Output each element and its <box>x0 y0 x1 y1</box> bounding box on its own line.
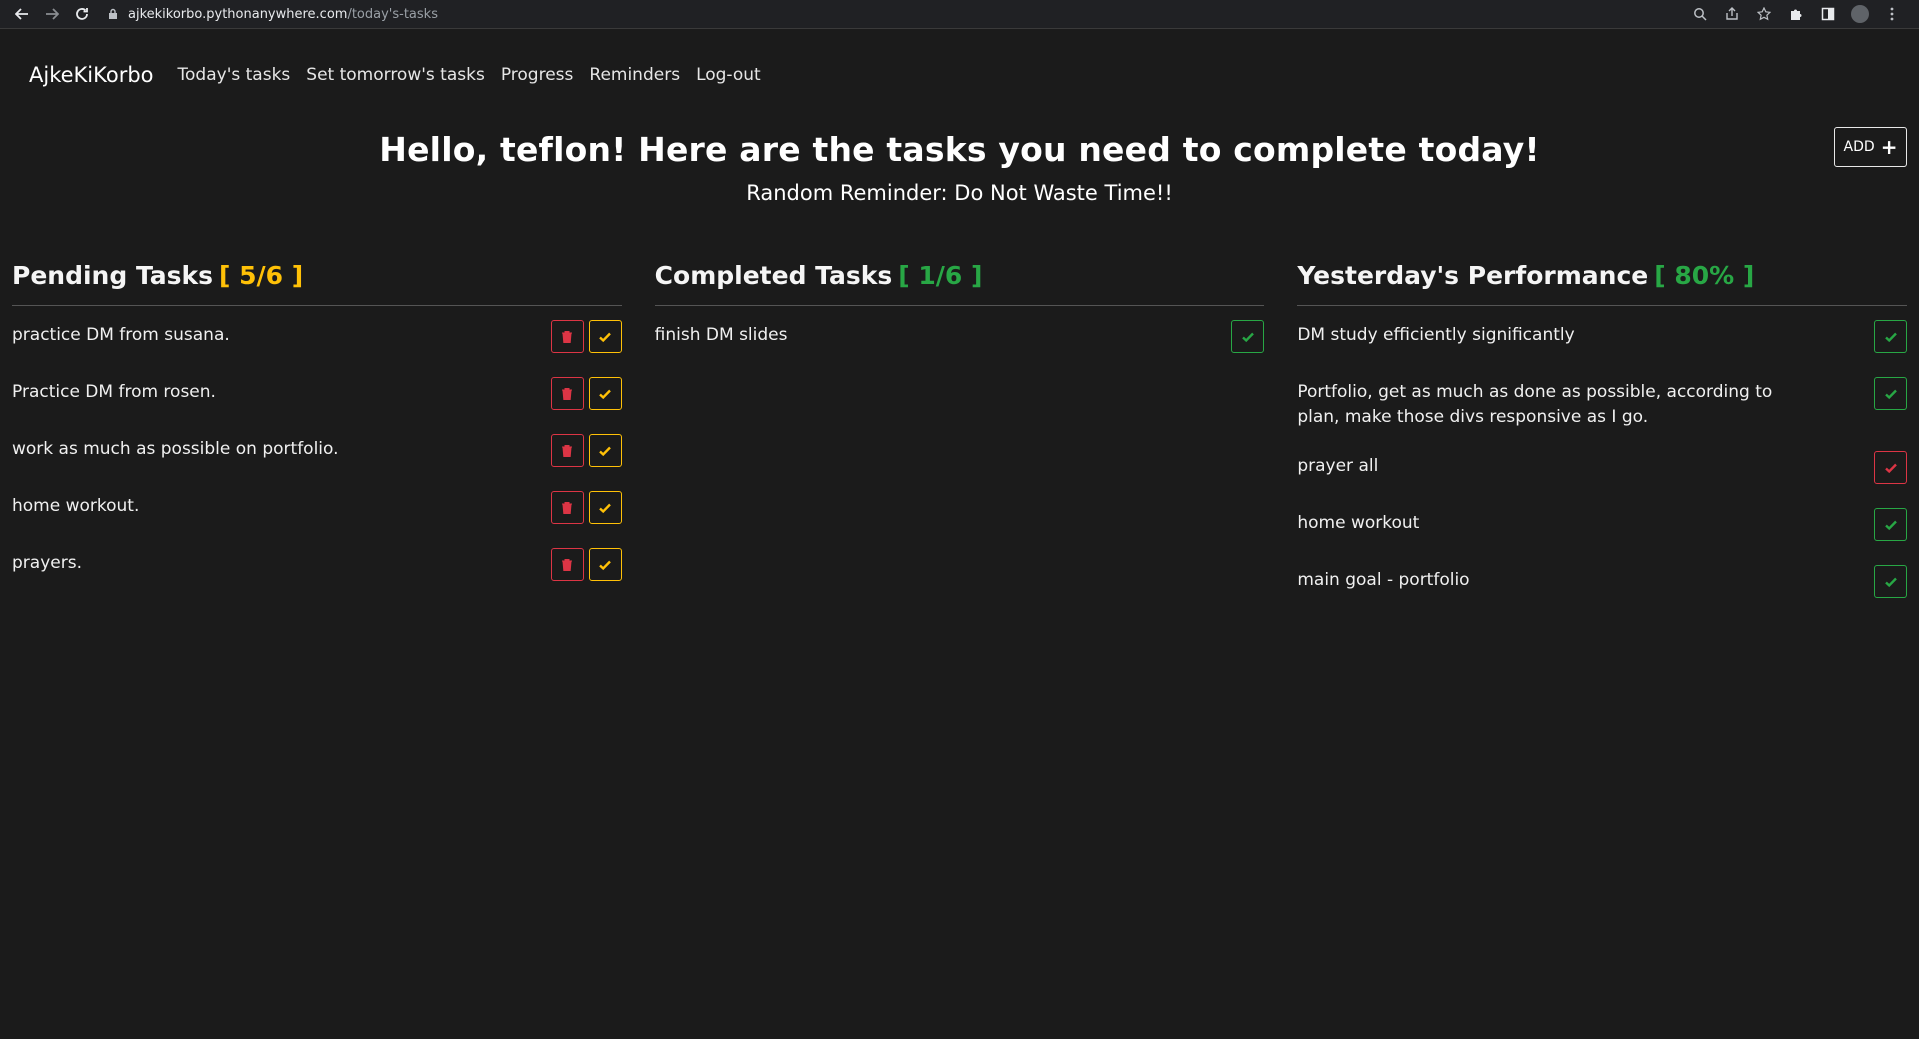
completed-tasks-column: Completed Tasks[ 1/6 ] finish DM slides <box>654 261 1265 622</box>
check-icon <box>599 503 612 513</box>
pending-tasks-count: [ 5/6 ] <box>219 261 304 290</box>
browser-toolbar: ajkekikorbo.pythonanywhere.com/today's-t… <box>0 0 1919 29</box>
task-text: home workout. <box>12 496 140 516</box>
delete-task-button[interactable] <box>550 434 584 467</box>
check-icon <box>1884 520 1897 530</box>
complete-task-button[interactable] <box>588 377 622 410</box>
bookmark-star-icon[interactable] <box>1755 5 1773 23</box>
task-text: prayers. <box>12 553 82 573</box>
check-icon <box>599 446 612 456</box>
task-text: prayer all <box>1297 456 1379 476</box>
check-icon <box>1884 332 1897 342</box>
pending-tasks-title: Pending Tasks <box>12 261 214 290</box>
check-icon <box>1884 463 1897 473</box>
share-icon[interactable] <box>1723 5 1741 23</box>
pending-task-row: prayers. <box>12 548 622 605</box>
check-icon <box>599 332 612 342</box>
url-host: ajkekikorbo.pythonanywhere.com <box>128 6 348 22</box>
completed-task-row: finish DM slides <box>655 320 1265 377</box>
lock-icon <box>108 8 118 20</box>
kebab-menu-icon[interactable] <box>1883 5 1901 23</box>
status-done-badge <box>1874 377 1908 410</box>
task-text: home workout <box>1297 513 1420 533</box>
task-text: work as much as possible on portfolio. <box>12 439 339 459</box>
pending-task-row: home workout. <box>12 491 622 548</box>
trash-icon <box>562 501 573 514</box>
task-text: DM study efficiently significantly <box>1297 325 1575 345</box>
status-done-badge <box>1874 565 1908 598</box>
nav-progress[interactable]: Progress <box>501 65 574 85</box>
completed-tasks-count: [ 1/6 ] <box>898 261 983 290</box>
extensions-puzzle-icon[interactable] <box>1787 5 1805 23</box>
trash-icon <box>562 330 573 343</box>
back-arrow-icon[interactable] <box>12 4 32 24</box>
undo-complete-button[interactable] <box>1231 320 1265 353</box>
complete-task-button[interactable] <box>588 320 622 353</box>
reload-icon[interactable] <box>72 4 92 24</box>
page-header: Hello, teflon! Here are the tasks you ne… <box>0 121 1919 261</box>
status-done-badge <box>1874 320 1908 353</box>
completed-tasks-title: Completed Tasks <box>654 261 893 290</box>
profile-avatar-icon[interactable] <box>1851 5 1869 23</box>
completed-tasks-heading: Completed Tasks[ 1/6 ] <box>654 261 1265 306</box>
nav-log-out[interactable]: Log-out <box>696 65 761 85</box>
nav-todays-tasks[interactable]: Today's tasks <box>178 65 291 85</box>
yesterday-performance-heading: Yesterday's Performance[ 80% ] <box>1297 261 1908 306</box>
pending-task-row: practice DM from susana. <box>12 320 622 377</box>
delete-task-button[interactable] <box>550 377 584 410</box>
zoom-icon[interactable] <box>1691 5 1709 23</box>
random-reminder: Random Reminder: Do Not Waste Time!! <box>746 181 1173 205</box>
forward-arrow-icon[interactable] <box>42 4 62 24</box>
complete-task-button[interactable] <box>588 491 622 524</box>
pending-tasks-heading: Pending Tasks[ 5/6 ] <box>12 261 622 306</box>
check-icon <box>1884 389 1897 399</box>
delete-task-button[interactable] <box>550 491 584 524</box>
add-task-button[interactable]: ADD + <box>1834 127 1907 167</box>
delete-task-button[interactable] <box>550 320 584 353</box>
pending-task-row: Practice DM from rosen. <box>12 377 622 434</box>
yesterday-performance-column: Yesterday's Performance[ 80% ] DM study … <box>1297 261 1908 622</box>
check-icon <box>1242 332 1254 342</box>
yesterday-task-row: main goal - portfolio <box>1297 565 1908 622</box>
add-button-label: ADD <box>1843 139 1875 155</box>
complete-task-button[interactable] <box>588 434 622 467</box>
pending-tasks-column: Pending Tasks[ 5/6 ] practice DM from su… <box>12 261 622 622</box>
delete-task-button[interactable] <box>550 548 584 581</box>
yesterday-performance-title: Yesterday's Performance <box>1297 261 1649 290</box>
url-path: /today's-tasks <box>347 6 438 22</box>
task-text: finish DM slides <box>654 325 788 345</box>
yesterday-task-row: Portfolio, get as much as done as possib… <box>1297 377 1908 451</box>
page-title: Hello, teflon! Here are the tasks you ne… <box>379 130 1540 169</box>
brand-logo[interactable]: AjkeKiKorbo <box>29 63 154 87</box>
yesterday-task-row: home workout <box>1297 508 1908 565</box>
yesterday-task-row: DM study efficiently significantly <box>1297 320 1908 377</box>
trash-icon <box>562 558 573 571</box>
task-text: practice DM from susana. <box>12 325 230 345</box>
task-text: Portfolio, get as much as done as possib… <box>1297 382 1773 427</box>
nav-set-tomorrows-tasks[interactable]: Set tomorrow's tasks <box>306 65 485 85</box>
nav-reminders[interactable]: Reminders <box>589 65 680 85</box>
yesterday-performance-percent: [ 80% ] <box>1654 261 1755 290</box>
status-done-badge <box>1874 508 1908 541</box>
trash-icon <box>562 444 573 457</box>
plus-icon: + <box>1880 135 1898 159</box>
check-icon <box>1884 577 1897 587</box>
yesterday-task-row: prayer all <box>1297 451 1908 508</box>
pending-task-row: work as much as possible on portfolio. <box>12 434 622 491</box>
complete-task-button[interactable] <box>588 548 622 581</box>
trash-icon <box>562 387 573 400</box>
status-missed-badge <box>1874 451 1908 484</box>
address-bar[interactable]: ajkekikorbo.pythonanywhere.com/today's-t… <box>108 3 1691 25</box>
check-icon <box>599 560 612 570</box>
site-navbar: AjkeKiKorbo Today's tasks Set tomorrow's… <box>0 29 1919 121</box>
task-columns: Pending Tasks[ 5/6 ] practice DM from su… <box>0 261 1919 622</box>
check-icon <box>599 389 612 399</box>
side-panel-icon[interactable] <box>1819 5 1837 23</box>
task-text: Practice DM from rosen. <box>12 382 216 402</box>
task-text: main goal - portfolio <box>1297 570 1470 590</box>
